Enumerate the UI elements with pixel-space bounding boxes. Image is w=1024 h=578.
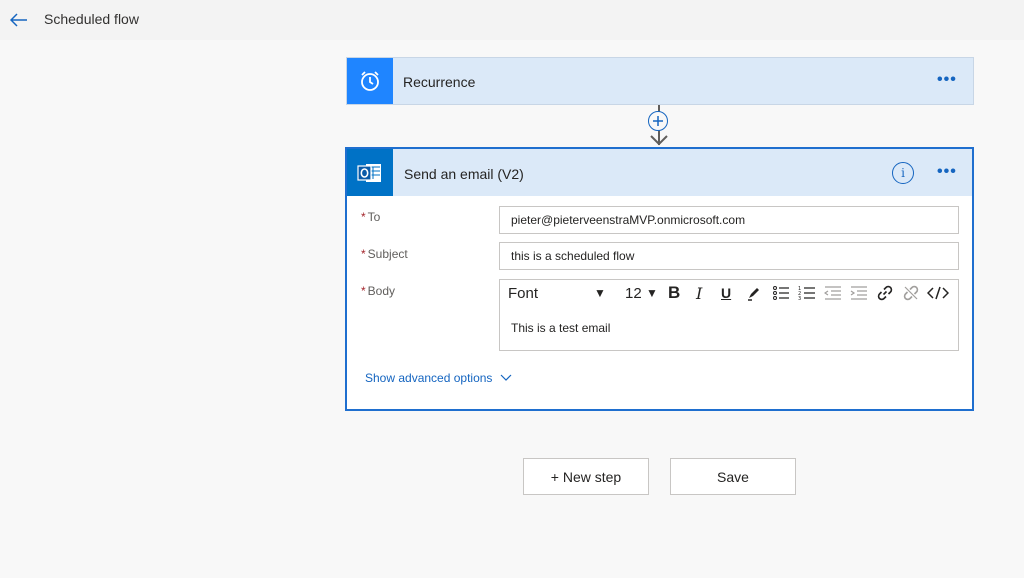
show-advanced-options-link[interactable]: Show advanced options (365, 371, 512, 385)
chevron-down-icon (501, 374, 512, 381)
alarm-clock-icon (347, 58, 393, 104)
send-email-header[interactable]: Send an email (V2) i ••• (347, 149, 972, 196)
send-email-card[interactable]: Send an email (V2) i ••• * To pieter@piet… (345, 147, 974, 411)
font-dropdown-caret-icon[interactable]: ▼ (594, 283, 606, 303)
to-label: * To (361, 210, 381, 224)
italic-icon[interactable]: I (696, 283, 702, 303)
body-text: This is a test email (511, 321, 611, 335)
body-editor[interactable]: Font ▼ 12 ▼ B I U 123 This is a test ema… (499, 279, 959, 351)
body-label: * Body (361, 284, 396, 298)
link-icon[interactable] (877, 283, 893, 303)
subject-input[interactable]: this is a scheduled flow (499, 242, 959, 270)
new-step-button[interactable]: + New step (523, 458, 649, 495)
save-button[interactable]: Save (670, 458, 796, 495)
unlink-icon[interactable] (903, 283, 919, 303)
increase-indent-icon[interactable] (850, 283, 868, 303)
back-arrow-icon[interactable] (6, 8, 32, 32)
info-icon[interactable]: i (892, 162, 914, 184)
subject-label: * Subject (361, 247, 408, 261)
insert-step-plus-icon[interactable] (648, 111, 668, 131)
font-size-caret-icon[interactable]: ▼ (646, 283, 658, 303)
svg-text:3: 3 (798, 296, 801, 301)
numbered-list-icon[interactable]: 123 (798, 283, 816, 303)
font-size-select[interactable]: 12 (625, 283, 642, 303)
connector-arrow-icon (650, 135, 668, 146)
recurrence-card[interactable]: Recurrence ••• (346, 57, 974, 105)
code-view-icon[interactable] (927, 283, 949, 303)
outlook-icon (347, 149, 393, 196)
highlight-pen-icon[interactable] (746, 283, 762, 303)
underline-icon[interactable]: U (721, 283, 731, 303)
bullet-list-icon[interactable] (772, 283, 790, 303)
flow-title: Scheduled flow (44, 11, 139, 27)
rich-text-toolbar: Font ▼ 12 ▼ B I U 123 (500, 280, 958, 306)
decrease-indent-icon[interactable] (824, 283, 842, 303)
send-email-more-icon[interactable]: ••• (937, 163, 957, 181)
to-input[interactable]: pieter@pieterveenstraMVP.onmicrosoft.com (499, 206, 959, 234)
top-bar: Scheduled flow (0, 0, 1024, 40)
recurrence-title: Recurrence (403, 74, 476, 90)
font-family-select[interactable]: Font (508, 283, 538, 303)
recurrence-more-icon[interactable]: ••• (937, 71, 957, 89)
send-email-title: Send an email (V2) (404, 166, 524, 182)
bold-icon[interactable]: B (668, 283, 680, 303)
